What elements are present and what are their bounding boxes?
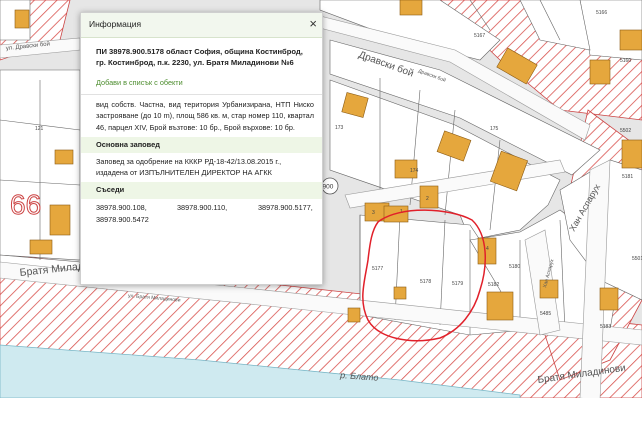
svg-text:175: 175 [490,126,499,132]
svg-text:4: 4 [486,246,489,252]
parcel-description: вид собств. Частна, вид територия Урбани… [96,99,314,132]
popup-header: Информация × [81,13,322,38]
road-marker: 900 [321,177,339,195]
neighbor-link[interactable]: 38978.900.108, [96,203,177,214]
neighbor-link[interactable]: 38978.900.5472 [96,215,177,226]
order-text: Заповед за одобрение на КККР РД-18-42/13… [96,157,282,177]
svg-text:5160: 5160 [620,58,631,64]
popup-title: Информация [89,19,142,29]
neighbor-link[interactable]: 38978.900.110, [177,203,258,214]
divider [81,93,322,95]
svg-text:5502: 5502 [620,128,631,134]
svg-text:5179: 5179 [452,281,463,287]
svg-text:5182: 5182 [488,282,499,288]
svg-text:121: 121 [35,126,44,132]
district-number: 66 [10,189,41,220]
svg-text:5177: 5177 [372,266,383,272]
close-icon[interactable]: × [309,16,317,32]
neighbors-list: 38978.900.108, 38978.900.110, 38978.900.… [96,203,314,226]
info-popup: Информация × ПИ 38978.900.5178 област Со… [80,12,323,285]
svg-text:174: 174 [410,168,419,174]
svg-text:5181: 5181 [622,174,633,180]
svg-text:5178: 5178 [420,279,431,285]
svg-text:5485: 5485 [540,311,551,317]
neighbors-section-title: Съседи [81,182,322,199]
add-to-list-link[interactable]: Добави в списък с обекти [96,78,314,89]
svg-text:5180: 5180 [509,264,520,270]
bottom-blank-strip [0,398,642,428]
svg-text:5183: 5183 [600,324,611,330]
svg-text:3: 3 [372,210,375,216]
svg-text:5166: 5166 [596,10,607,16]
svg-text:2: 2 [426,196,429,202]
order-section-title: Основна заповед [81,136,322,154]
parcel-heading: ПИ 38978.900.5178 област София, община К… [96,47,303,67]
popup-body: ПИ 38978.900.5178 област София, община К… [81,38,322,226]
svg-text:173: 173 [335,125,344,131]
svg-text:5501: 5501 [632,256,642,262]
svg-text:5167: 5167 [474,33,485,39]
svg-text:900: 900 [323,184,334,191]
neighbor-link[interactable]: 38978.900.5177, [258,203,322,214]
